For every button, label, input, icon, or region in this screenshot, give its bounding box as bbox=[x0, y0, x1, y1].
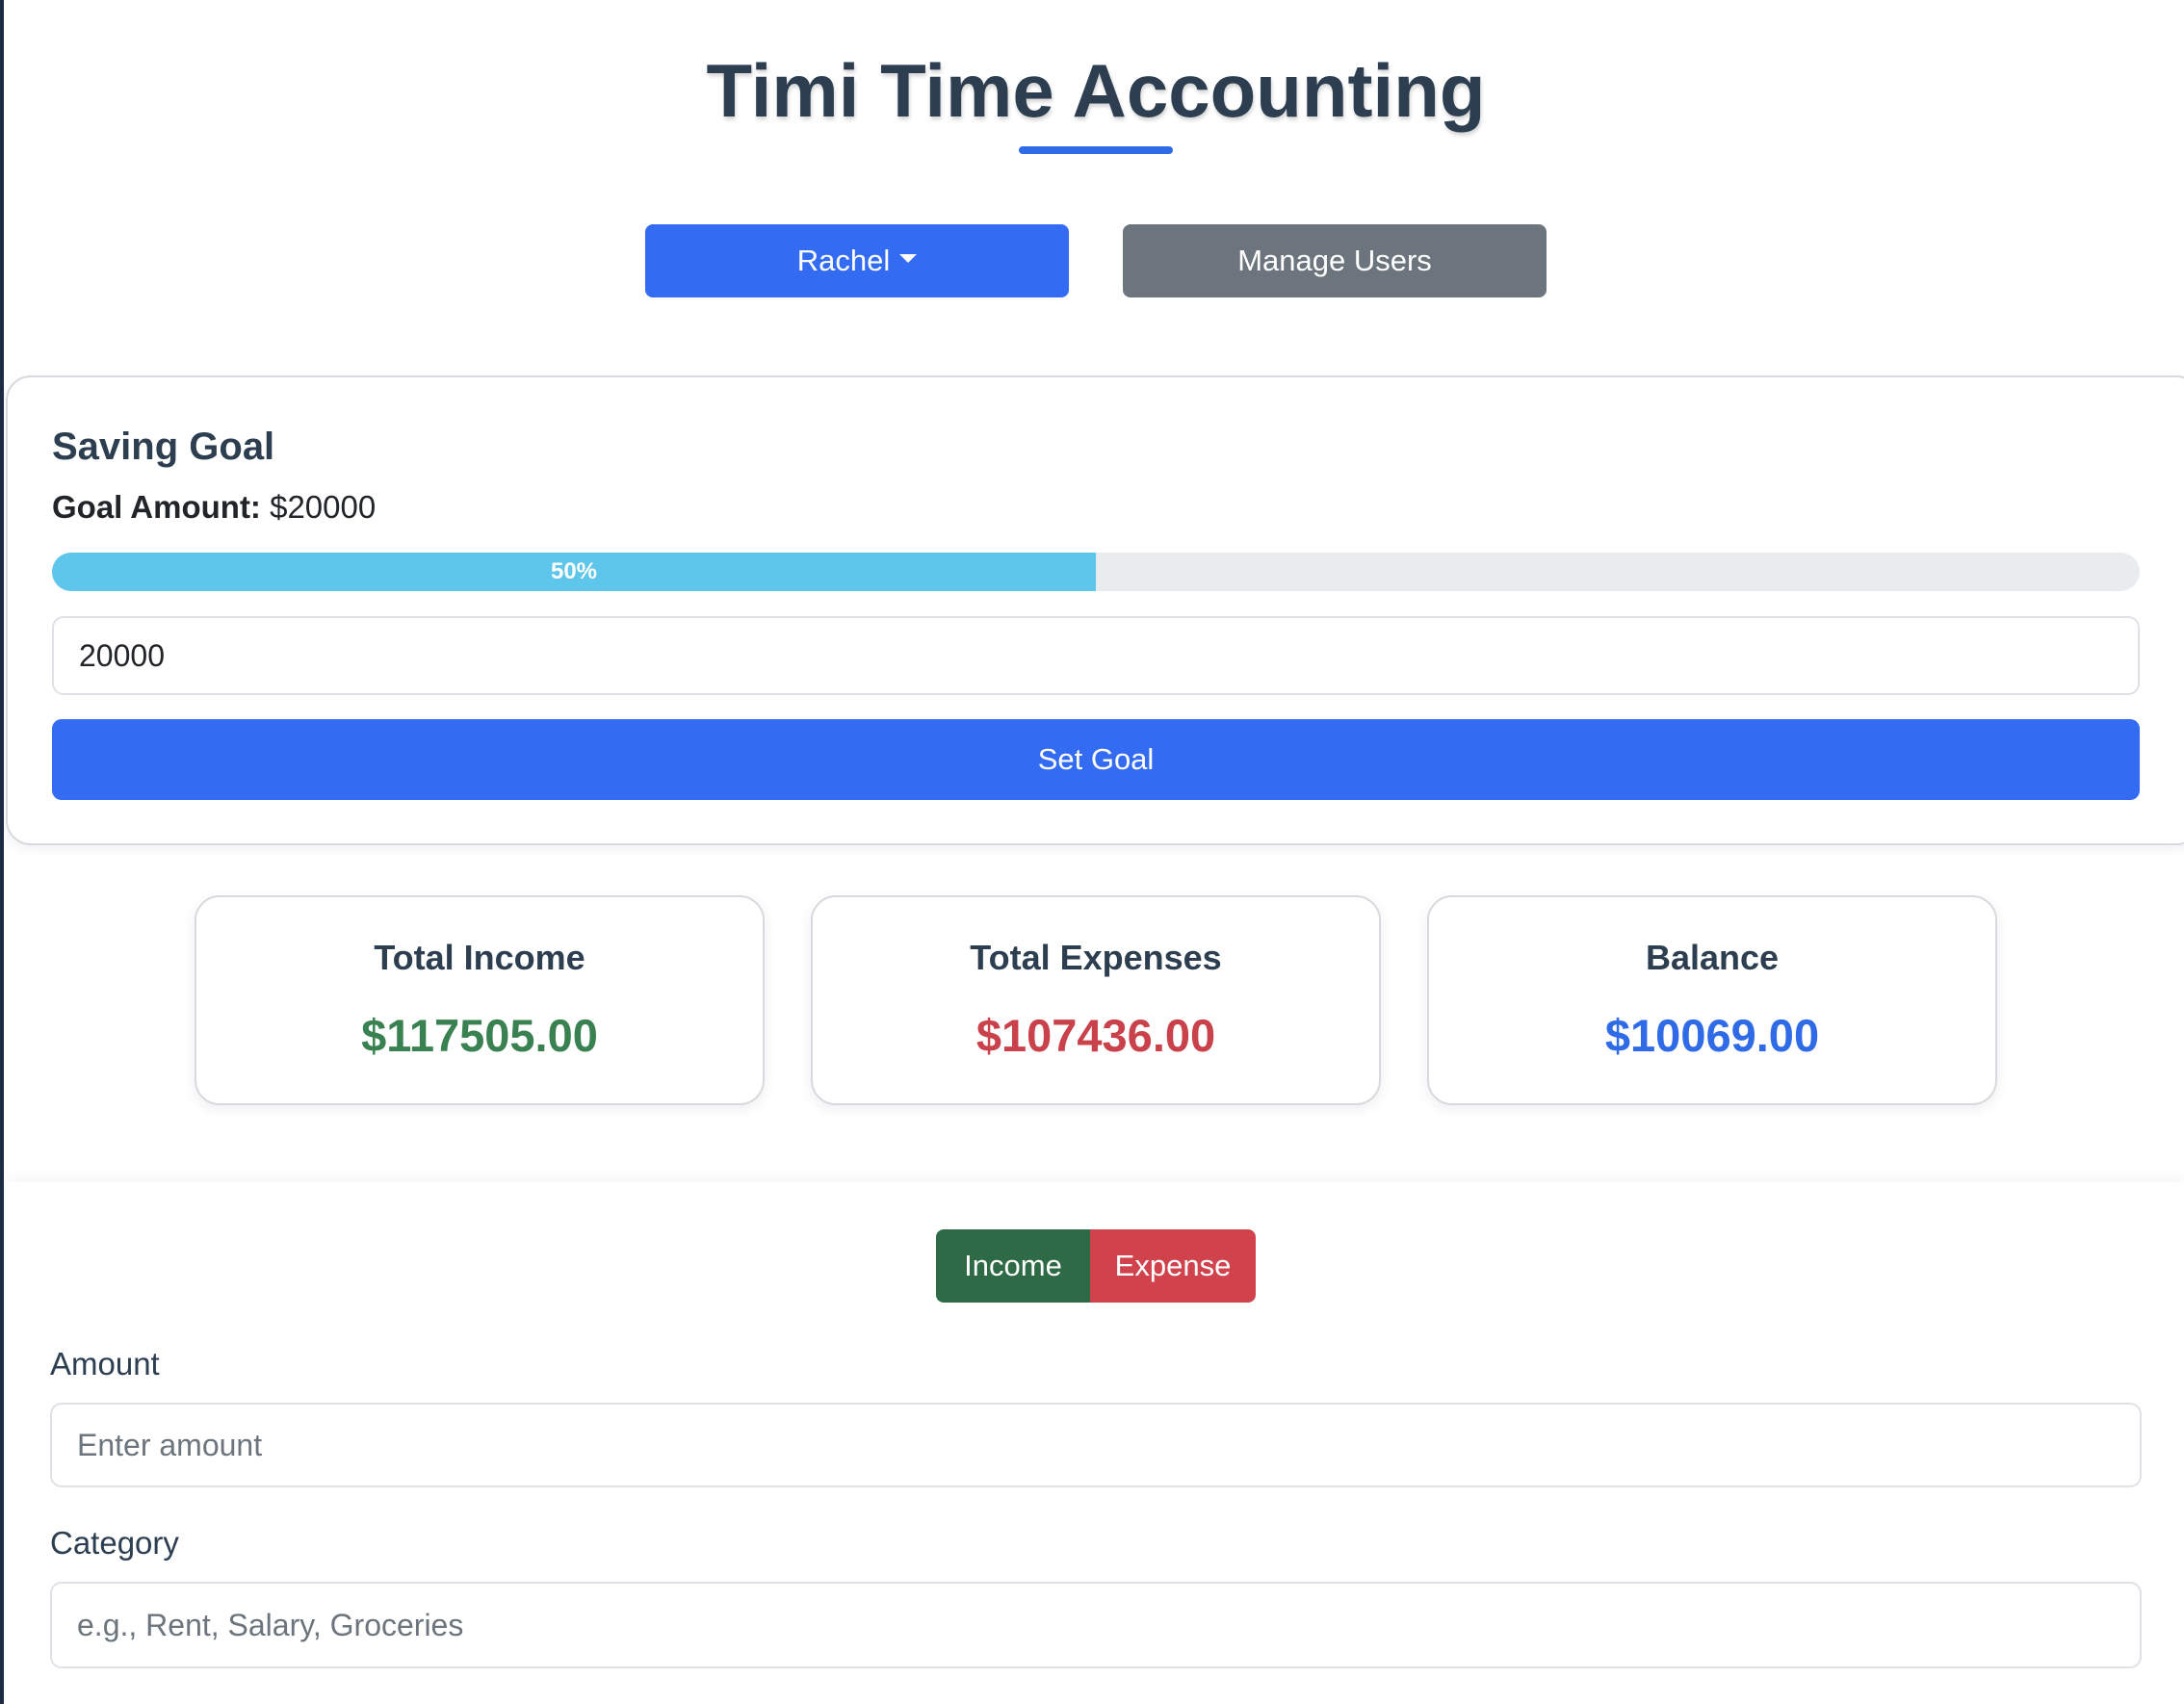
goal-progress-fill: 50% bbox=[52, 553, 1096, 591]
amount-input[interactable] bbox=[50, 1403, 2142, 1487]
goal-progress-text: 50% bbox=[550, 558, 598, 584]
goal-progress-bar: 50% bbox=[52, 553, 2140, 591]
goal-amount-line: Goal Amount: $20000 bbox=[52, 487, 376, 528]
total-income-label: Total Income bbox=[374, 938, 585, 977]
goal-amount-label: Goal Amount: bbox=[52, 489, 261, 525]
amount-label: Amount bbox=[50, 1346, 160, 1381]
total-income-card: Total Income $117505.00 bbox=[195, 895, 765, 1105]
set-goal-button[interactable]: Set Goal bbox=[52, 719, 2140, 800]
balance-value: $10069.00 bbox=[1604, 1010, 1820, 1061]
expense-toggle-button[interactable]: Expense bbox=[1090, 1229, 1256, 1303]
user-dropdown-label: Rachel bbox=[796, 244, 891, 277]
manage-users-button[interactable]: Manage Users bbox=[1123, 224, 1547, 297]
balance-label: Balance bbox=[1645, 938, 1780, 977]
income-toggle-button[interactable]: Income bbox=[936, 1229, 1090, 1303]
category-label: Category bbox=[50, 1525, 179, 1561]
page-title: Timi Time Accounting bbox=[706, 48, 1486, 133]
title-underline bbox=[1019, 146, 1173, 154]
total-expenses-label: Total Expenses bbox=[970, 938, 1222, 977]
category-input[interactable] bbox=[50, 1582, 2142, 1668]
total-expenses-card: Total Expenses $107436.00 bbox=[811, 895, 1381, 1105]
total-income-value: $117505.00 bbox=[361, 1010, 598, 1061]
total-expenses-value: $107436.00 bbox=[975, 1010, 1216, 1061]
goal-amount-input[interactable] bbox=[52, 616, 2140, 695]
user-dropdown-button[interactable]: Rachel bbox=[645, 224, 1069, 297]
balance-card: Balance $10069.00 bbox=[1427, 895, 1997, 1105]
caret-down-icon bbox=[899, 253, 918, 263]
window-edge bbox=[0, 0, 4, 1704]
saving-goal-title: Saving Goal bbox=[52, 426, 275, 468]
goal-amount-value: $20000 bbox=[270, 489, 377, 525]
